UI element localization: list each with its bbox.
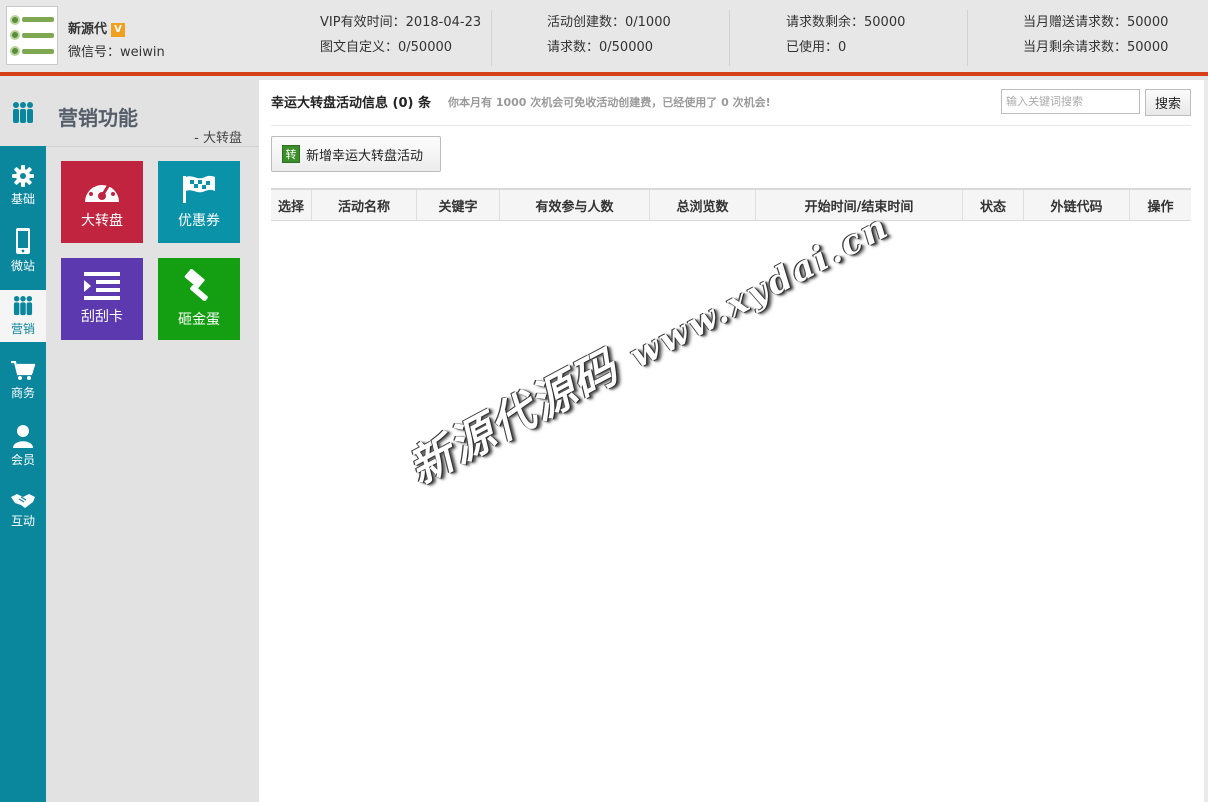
add-lucky-wheel-button[interactable]: 转 新增幸运大转盘活动 — [271, 136, 441, 172]
nav-list: 基础 微站 营销 商务 会员 互动 — [0, 146, 46, 802]
activities-created: 活动创建数：0/1000 — [547, 15, 671, 30]
account-logo — [6, 6, 58, 65]
user-icon — [13, 425, 33, 448]
nav-label: 营销 — [10, 322, 35, 336]
nav-label: 商务 — [10, 386, 35, 400]
add-button-label: 新增幸运大转盘活动 — [306, 148, 424, 164]
monthly-left-requests: 当月剩余请求数：50000 — [1023, 40, 1169, 55]
main-content: 幸运大转盘活动信息 (0) 条 你本月有 1000 次机会可免收活动创建费，已经… — [259, 80, 1204, 802]
account-name-text: 新源代 — [68, 22, 108, 37]
column-header: 有效参与人数 — [500, 190, 650, 220]
people-icon — [13, 296, 33, 316]
scrollbar-track[interactable] — [1204, 80, 1208, 802]
wechat-id: 微信号：weiwin — [68, 45, 165, 60]
dashboard-icon — [85, 179, 119, 202]
search-button[interactable]: 搜索 — [1145, 89, 1191, 116]
requests-left: 请求数剩余：50000 — [786, 15, 906, 30]
vip-expiry: VIP有效时间：2018-04-23 — [320, 15, 482, 30]
cart-icon — [11, 361, 35, 380]
nav-label: 基础 — [10, 192, 35, 206]
search-input[interactable] — [1001, 89, 1140, 114]
tile-scratch-card[interactable]: 刮刮卡 — [61, 258, 143, 340]
secondary-sidebar: 营销功能 - 大转盘 大转盘 优惠券 刮刮卡 砸金蛋 — [46, 80, 259, 802]
tile-coupon[interactable]: 优惠券 — [158, 161, 240, 243]
phone-icon — [16, 228, 30, 254]
column-header: 选择 — [271, 190, 312, 220]
nav-item-marketing[interactable]: 营销 — [0, 290, 46, 342]
stats-column-4: 当月赠送请求数：50000 当月剩余请求数：50000 — [967, 10, 1197, 66]
sidebar-divider — [46, 146, 259, 147]
column-header: 外链代码 — [1024, 190, 1130, 220]
nav-item-commerce[interactable]: 商务 — [0, 355, 46, 407]
tile-golden-egg[interactable]: 砸金蛋 — [158, 258, 240, 340]
wheel-badge-icon: 转 — [282, 145, 300, 163]
stats-column-1: VIP有效时间：2018-04-23 图文自定义：0/50000 — [320, 10, 491, 66]
column-header: 开始时间/结束时间 — [756, 190, 963, 220]
requests-used: 已使用：0 — [786, 40, 847, 55]
hammer-icon — [184, 269, 208, 301]
nav-item-basic[interactable]: 基础 — [0, 160, 46, 212]
nav-label: 会员 — [10, 453, 35, 467]
column-header: 操作 — [1147, 199, 1174, 215]
tile-label: 砸金蛋 — [178, 312, 220, 328]
custom-graphic-count: 图文自定义：0/50000 — [320, 40, 453, 55]
account-name: 新源代 V — [68, 18, 126, 37]
nav-item-member[interactable]: 会员 — [0, 420, 46, 472]
tile-label: 刮刮卡 — [81, 309, 123, 325]
sidebar-breadcrumb: - 大转盘 — [194, 131, 242, 146]
sidebar-title: 营销功能 — [58, 106, 138, 130]
marketing-header-icon — [0, 80, 46, 146]
request-count: 请求数：0/50000 — [547, 40, 654, 55]
primary-nav: 基础 微站 营销 商务 会员 互动 — [0, 80, 46, 802]
main-divider — [271, 125, 1191, 126]
nav-item-microsite[interactable]: 微站 — [0, 225, 46, 277]
vip-badge-icon: V — [111, 23, 126, 37]
tile-lucky-wheel[interactable]: 大转盘 — [61, 161, 143, 243]
column-header: 活动名称 — [312, 190, 417, 220]
stats-column-2: 活动创建数：0/1000 请求数：0/50000 — [491, 10, 729, 66]
flag-icon — [183, 175, 215, 203]
stats-column-3: 请求数剩余：50000 已使用：0 — [729, 10, 967, 66]
column-header: 总浏览数 — [650, 190, 756, 220]
monthly-gift-requests: 当月赠送请求数：50000 — [1023, 15, 1169, 30]
activity-table-header: 选择 活动名称 关键字 有效参与人数 总浏览数 开始时间/结束时间 状态 外链代… — [271, 188, 1191, 221]
column-header: 关键字 — [417, 190, 500, 220]
activity-quota-note: 你本月有 1000 次机会可免收活动创建费，已经使用了 0 次机会! — [448, 96, 771, 109]
top-header: 新源代 V 微信号：weiwin VIP有效时间：2018-04-23 图文自定义… — [0, 0, 1208, 76]
nav-item-interaction[interactable]: 互动 — [0, 485, 46, 537]
handshake-icon — [11, 494, 35, 508]
tile-label: 优惠券 — [178, 213, 220, 229]
activity-info-title: 幸运大转盘活动信息 (0) 条 — [271, 96, 431, 111]
nav-label: 微站 — [10, 259, 35, 273]
gear-icon — [12, 165, 34, 187]
tile-label: 大转盘 — [81, 213, 123, 229]
list-icon — [84, 272, 120, 300]
nav-label: 互动 — [10, 514, 35, 528]
column-header: 状态 — [963, 190, 1024, 220]
